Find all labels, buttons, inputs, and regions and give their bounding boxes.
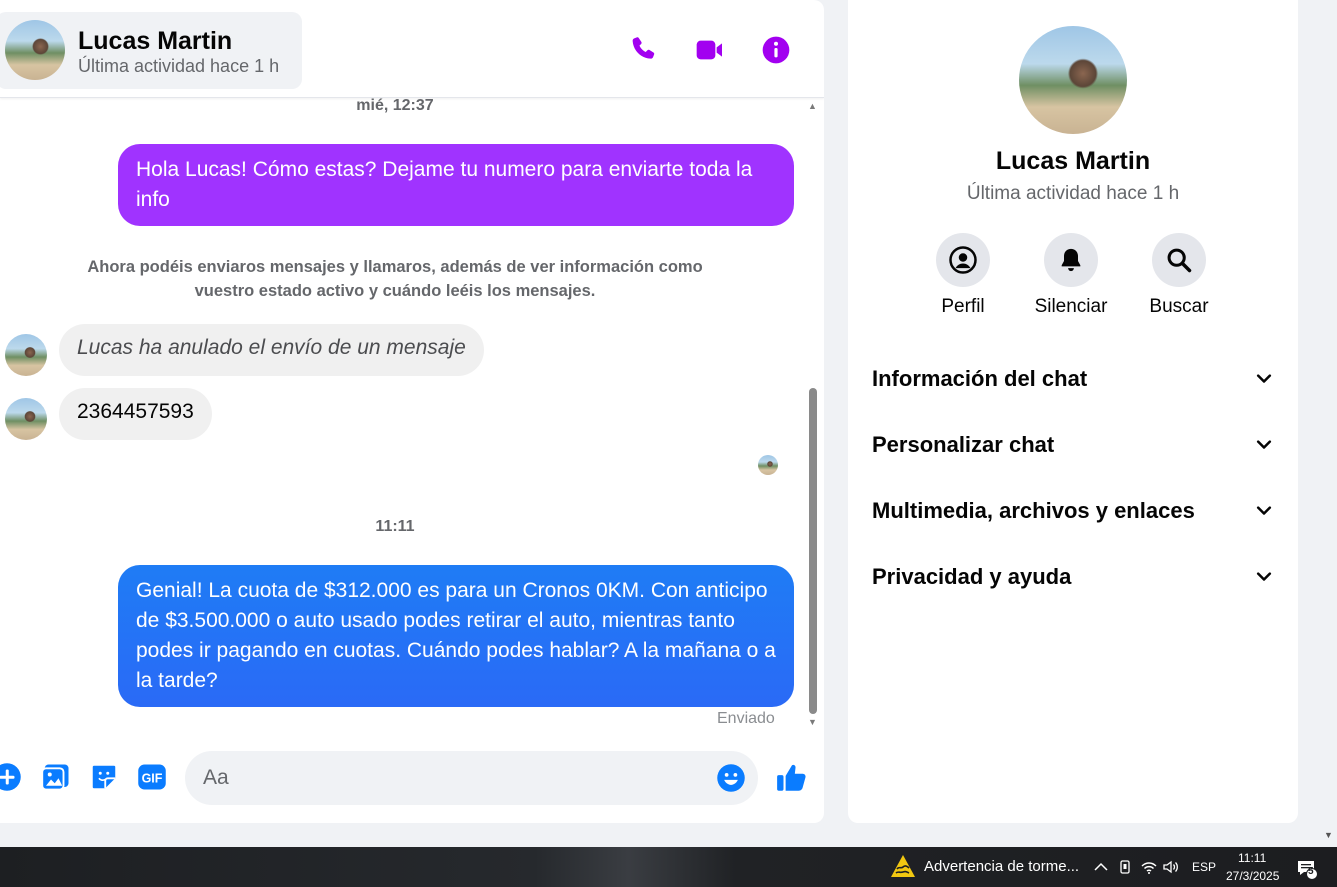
mute-label: Silenciar [1034, 296, 1108, 317]
plus-icon[interactable] [0, 762, 22, 792]
emoji-icon[interactable] [716, 763, 746, 793]
scroll-down-arrow[interactable]: ▼ [808, 717, 817, 727]
chevron-down-icon [1256, 374, 1272, 383]
gif-icon[interactable]: GIF [137, 762, 167, 792]
language-indicator[interactable]: ESP [1192, 860, 1216, 874]
outgoing-message[interactable]: Genial! La cuota de $312.000 es para un … [118, 565, 794, 707]
profile-label: Perfil [941, 296, 985, 317]
timestamp: mié, 12:37 [356, 97, 434, 114]
contact-status: Última actividad hace 1 h [78, 56, 280, 76]
search-label: Buscar [1149, 296, 1209, 317]
volume-icon[interactable] [1162, 858, 1180, 876]
mute-button[interactable]: Silenciar [1026, 233, 1116, 318]
system-notice: Ahora podéis enviaros mensajes y llamaro… [87, 258, 703, 300]
message-input[interactable] [185, 751, 758, 805]
device-icon[interactable] [1116, 858, 1134, 876]
window-scroll-down-arrow[interactable]: ▼ [1324, 830, 1333, 840]
section-media-files[interactable]: Multimedia, archivos y enlaces [860, 486, 1286, 536]
section-label: Multimedia, archivos y enlaces [872, 498, 1195, 523]
info-icon[interactable] [760, 34, 792, 66]
section-label: Información del chat [872, 366, 1088, 391]
svg-text:GIF: GIF [142, 772, 163, 786]
scroll-up-arrow[interactable]: ▲ [808, 101, 817, 111]
section-chat-info[interactable]: Información del chat [860, 354, 1286, 404]
section-customize-chat[interactable]: Personalizar chat [860, 420, 1286, 470]
weather-alert-text: Advertencia de torme... [924, 857, 1080, 875]
sent-status: Enviado [717, 710, 775, 727]
video-call-icon[interactable] [694, 34, 726, 66]
contact-info-panel: Lucas Martin Última actividad hace 1 h P… [848, 0, 1298, 823]
sender-avatar[interactable] [5, 398, 47, 440]
contact-name[interactable]: Lucas Martin [78, 27, 232, 56]
notification-badge: 5 [1308, 866, 1314, 877]
contact-avatar[interactable] [5, 20, 65, 80]
read-receipt-avatar [758, 455, 778, 475]
like-icon[interactable] [775, 761, 809, 795]
clock-date[interactable]: 27/3/2025 [1226, 869, 1279, 883]
sender-avatar[interactable] [5, 334, 47, 376]
profile-name: Lucas Martin [995, 147, 1151, 175]
weather-alert[interactable]: Advertencia de torme... [890, 854, 1079, 878]
sticker-icon[interactable] [89, 762, 119, 792]
phone-icon[interactable] [628, 34, 660, 66]
section-label: Personalizar chat [872, 432, 1055, 457]
chevron-down-icon [1256, 506, 1272, 515]
image-icon[interactable] [41, 762, 71, 792]
unsent-message-notice[interactable]: Lucas ha anulado el envío de un mensaje [59, 324, 484, 376]
profile-button[interactable]: Perfil [918, 233, 1008, 318]
profile-avatar[interactable] [1019, 26, 1127, 134]
profile-status: Última actividad hace 1 h [966, 183, 1180, 204]
section-privacy-help[interactable]: Privacidad y ayuda [860, 552, 1286, 602]
chevron-up-icon[interactable] [1092, 858, 1110, 876]
wifi-icon[interactable] [1140, 858, 1158, 876]
chat-panel: Lucas Martin Última actividad hace 1 h m… [0, 0, 824, 823]
profile-icon [949, 246, 977, 274]
timestamp: 11:11 [375, 518, 415, 535]
taskbar [0, 847, 1337, 887]
search-icon [1167, 248, 1192, 273]
chevron-down-icon [1256, 572, 1272, 581]
section-label: Privacidad y ayuda [872, 564, 1072, 589]
notification-icon[interactable] [1296, 858, 1318, 880]
clock-time[interactable]: 11:11 [1238, 851, 1266, 865]
bell-icon [1061, 248, 1081, 272]
outgoing-message[interactable]: Hola Lucas! Cómo estas? Dejame tu numero… [118, 144, 794, 226]
warning-icon [891, 855, 915, 877]
scrollbar-thumb[interactable] [809, 388, 817, 714]
chat-header: Lucas Martin Última actividad hace 1 h [0, 0, 824, 98]
chevron-down-icon [1256, 440, 1272, 449]
search-button[interactable]: Buscar [1134, 233, 1224, 318]
incoming-message[interactable]: 2364457593 [59, 388, 212, 440]
